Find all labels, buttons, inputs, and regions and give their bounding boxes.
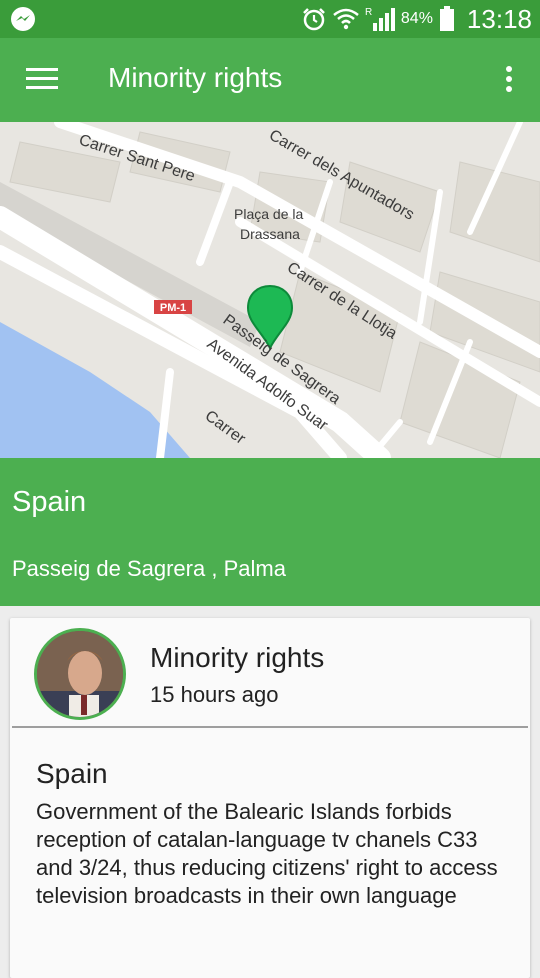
alarm-icon <box>303 8 325 31</box>
map-label: Drassana <box>240 226 300 242</box>
more-vert-icon[interactable] <box>506 66 514 94</box>
news-card[interactable]: Minority rights 15 hours ago Spain Gover… <box>10 618 530 978</box>
divider <box>12 726 528 728</box>
location-address: Passeig de Sagrera , Palma <box>12 556 286 581</box>
battery-percent: 84% <box>400 10 433 27</box>
messenger-icon <box>11 7 35 31</box>
page-title: Minority rights <box>108 62 283 93</box>
card-body-title: Spain <box>36 758 108 789</box>
card-title: Minority rights <box>150 642 325 673</box>
signal-roaming-icon: R <box>365 7 395 31</box>
wifi-icon <box>333 8 359 30</box>
location-header: Spain Passeig de Sagrera , Palma <box>0 458 540 606</box>
location-country: Spain <box>12 486 87 518</box>
card-body-text: Government of the Balearic Islands forbi… <box>36 799 498 908</box>
road-badge-label: PM-1 <box>160 302 186 314</box>
app-bar: Minority rights <box>0 38 540 122</box>
card-timestamp: 15 hours ago <box>150 682 279 707</box>
road-badge: PM-1 <box>154 300 192 314</box>
hamburger-menu-icon[interactable] <box>26 68 58 92</box>
status-bar: R 84% 13:18 <box>0 0 540 38</box>
svg-text:R: R <box>365 7 372 18</box>
avatar <box>34 628 126 720</box>
clock: 13:18 <box>466 3 532 34</box>
map-view[interactable]: PM-1 Carrer Sant Pere Carrer dels Apunta… <box>0 122 540 458</box>
map-label: Plaça de la <box>234 206 303 222</box>
battery-icon <box>439 6 454 31</box>
